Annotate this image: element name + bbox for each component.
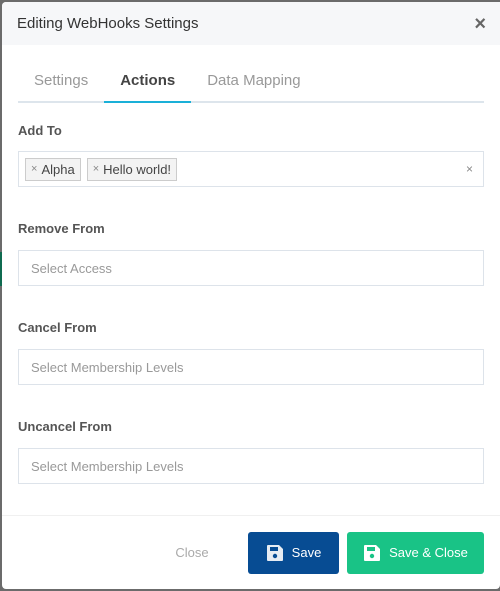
add-to-field: Add To × Alpha × Hello world! × bbox=[18, 123, 484, 187]
add-to-select[interactable]: × Alpha × Hello world! × bbox=[18, 151, 484, 187]
cancel-from-select[interactable]: Select Membership Levels bbox=[18, 349, 484, 385]
remove-from-select[interactable]: Select Access bbox=[18, 250, 484, 286]
uncancel-from-label: Uncancel From bbox=[18, 419, 112, 434]
remove-from-label: Remove From bbox=[18, 221, 105, 236]
modal-title: Editing WebHooks Settings bbox=[17, 15, 199, 32]
close-icon[interactable]: × bbox=[474, 14, 486, 34]
chip-label: Hello world! bbox=[103, 161, 172, 177]
chip-remove-icon[interactable]: × bbox=[93, 163, 99, 175]
uncancel-from-select[interactable]: Select Membership Levels bbox=[18, 448, 484, 484]
tab-settings[interactable]: Settings bbox=[18, 67, 104, 101]
save-and-close-label: Save & Close bbox=[389, 545, 468, 560]
modal-footer: Close Save Save & Close bbox=[2, 515, 500, 589]
remove-from-placeholder: Select Access bbox=[31, 260, 112, 276]
cancel-from-label: Cancel From bbox=[18, 320, 97, 335]
cancel-from-placeholder: Select Membership Levels bbox=[31, 359, 184, 375]
remove-from-field: Remove From Select Access bbox=[18, 221, 484, 286]
chip-hello-world: × Hello world! bbox=[86, 157, 178, 181]
save-and-close-button[interactable]: Save & Close bbox=[347, 531, 484, 574]
uncancel-from-field: Uncancel From Select Membership Levels bbox=[18, 419, 484, 484]
chip-alpha: × Alpha bbox=[25, 157, 81, 181]
save-label: Save bbox=[291, 545, 322, 560]
uncancel-from-placeholder: Select Membership Levels bbox=[31, 458, 184, 474]
chip-label: Alpha bbox=[41, 161, 75, 177]
tab-bar: Settings Actions Data Mapping bbox=[18, 67, 484, 103]
save-button[interactable]: Save bbox=[248, 531, 339, 574]
close-button[interactable]: Close bbox=[162, 532, 222, 574]
cancel-from-field: Cancel From Select Membership Levels bbox=[18, 320, 484, 385]
add-to-label: Add To bbox=[18, 123, 62, 138]
tab-actions[interactable]: Actions bbox=[104, 67, 192, 103]
chip-remove-icon[interactable]: × bbox=[31, 163, 37, 175]
save-icon bbox=[266, 544, 283, 561]
clear-selection-icon[interactable]: × bbox=[466, 162, 473, 176]
modal-dialog: Editing WebHooks Settings × Settings Act… bbox=[2, 2, 500, 589]
save-icon bbox=[364, 544, 381, 561]
tab-data-mapping[interactable]: Data Mapping bbox=[191, 67, 316, 101]
modal-header: Editing WebHooks Settings × bbox=[2, 2, 500, 45]
